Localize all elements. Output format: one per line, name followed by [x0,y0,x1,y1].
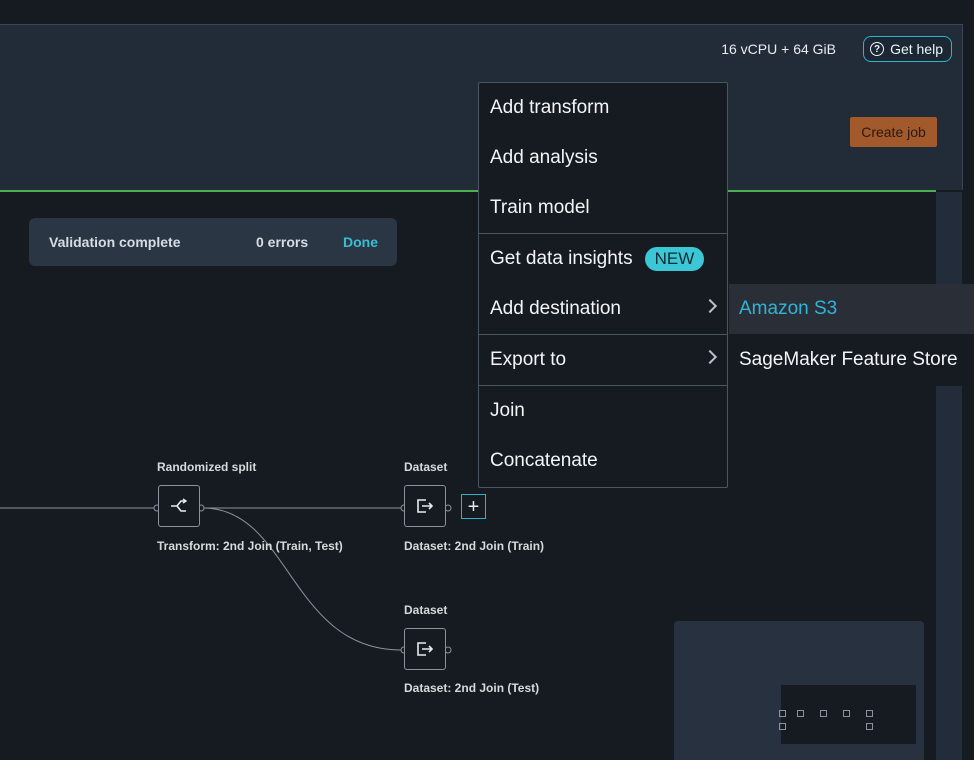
submenu-item-feature-store[interactable]: SageMaker Feature Store [729,335,974,385]
menu-item-export-to[interactable]: Export to [479,335,727,385]
menu-item-label: Join [490,400,525,421]
minimap-viewport[interactable] [779,685,916,744]
submenu-item-amazon-s3[interactable]: Amazon S3 [729,284,974,334]
dataset-export-icon [417,499,434,513]
chevron-right-icon [702,349,718,365]
menu-item-add-transform[interactable]: Add transform [479,83,727,133]
minimap-node [779,723,786,730]
top-bar: 16 vCPU + 64 GiB ? Get help [0,24,963,76]
minimap-node [820,710,827,717]
menu-item-label: Concatenate [490,450,598,471]
menu-item-train-model[interactable]: Train model [479,183,727,233]
get-help-button[interactable]: ? Get help [863,36,952,62]
menu-item-label: Get data insights [490,248,633,269]
dataset-train-node[interactable] [404,485,446,527]
menu-item-add-destination[interactable]: Add destination [479,284,727,334]
node-context-menu: Add transform Add analysis Train model G… [478,82,728,488]
validation-errors: 0 errors [256,234,309,250]
menu-item-label: Train model [490,197,590,218]
instance-resource-label[interactable]: 16 vCPU + 64 GiB [721,41,836,57]
add-step-button[interactable]: + [461,494,486,519]
create-job-button[interactable]: Create job [850,117,937,147]
test-node-title: Dataset [404,603,448,617]
minimap-node [797,710,804,717]
split-node-caption: Transform: 2nd Join (Train, Test) [157,539,343,553]
menu-item-label: Add transform [490,97,610,118]
minimap-node [866,723,873,730]
validation-status: Validation complete [49,234,181,250]
dataset-export-icon [417,642,434,656]
new-badge: NEW [644,247,705,271]
destination-submenu: Amazon S3 SageMaker Feature Store [729,284,974,386]
menu-item-get-data-insights[interactable]: Get data insights NEW [479,234,727,284]
split-node-title: Randomized split [157,460,257,474]
test-node-caption: Dataset: 2nd Join (Test) [404,681,540,695]
minimap-node [779,710,786,717]
menu-item-label: Export to [490,349,567,370]
train-node-title: Dataset [404,460,448,474]
train-node-caption: Dataset: 2nd Join (Train) [404,539,545,553]
menu-item-label: Add analysis [490,147,598,168]
minimap-node [843,710,850,717]
menu-item-join[interactable]: Join [479,386,727,436]
validation-done-link[interactable]: Done [343,234,378,250]
menu-item-concatenate[interactable]: Concatenate [479,436,727,486]
question-circle-icon: ? [870,42,885,56]
split-icon [171,498,188,512]
side-panel-strip [936,192,962,760]
randomized-split-node[interactable] [158,485,200,527]
flow-minimap[interactable] [674,621,924,760]
validation-banner: Validation complete 0 errors Done [29,218,397,266]
menu-item-label: Add destination [490,298,621,319]
get-help-label: Get help [890,41,943,57]
menu-item-add-analysis[interactable]: Add analysis [479,133,727,183]
minimap-node [866,710,873,717]
data-wrangler-app: 16 vCPU + 64 GiB ? Get help Create job V… [0,0,974,760]
chevron-right-icon [702,298,718,314]
dataset-test-node[interactable] [404,628,446,670]
